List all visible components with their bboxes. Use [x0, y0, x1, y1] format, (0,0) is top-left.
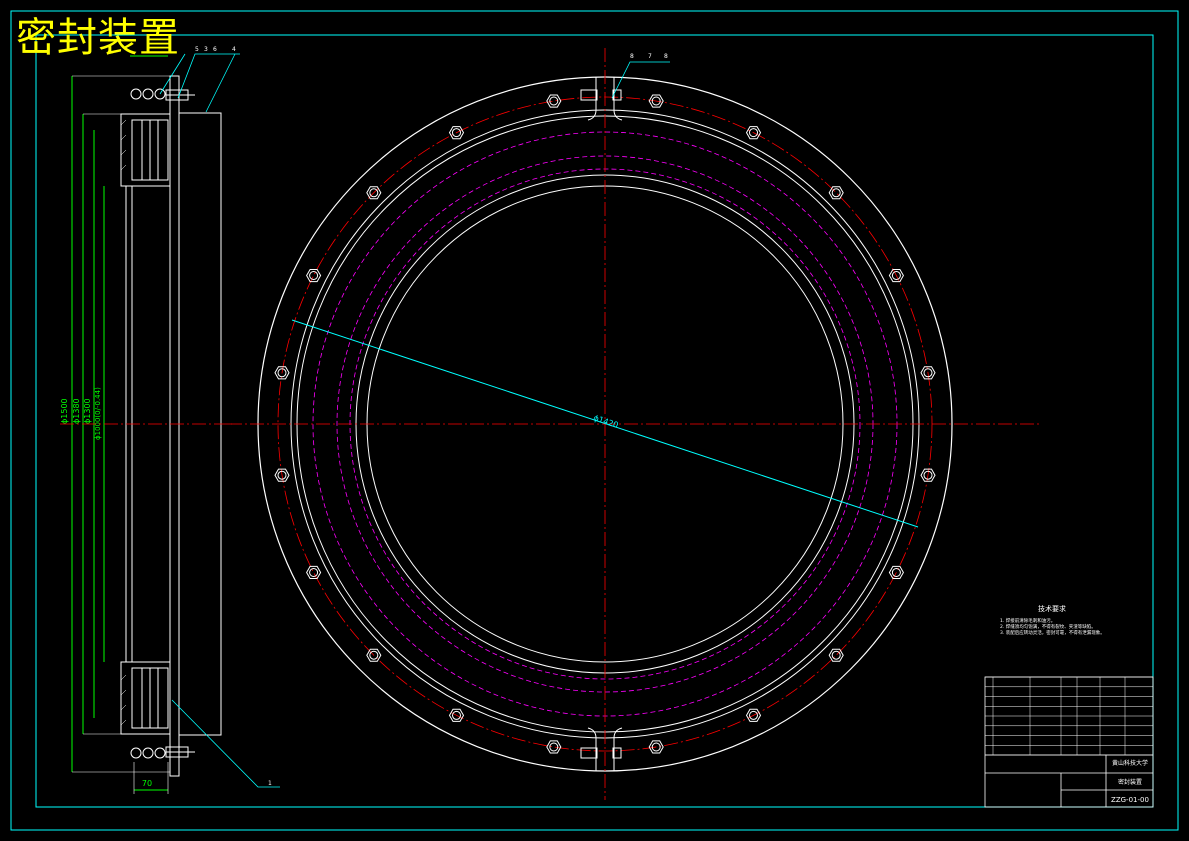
dim-width-70: 70 — [142, 779, 152, 788]
dim-d1500: ϕ1500 — [60, 398, 69, 424]
tech-line-1: 1. 焊接前清除毛刺和油污。 — [1000, 617, 1055, 624]
dim-d1380: ϕ1380 — [72, 398, 81, 424]
balloon-4: 4 — [232, 46, 236, 53]
bolt-hole — [309, 271, 319, 280]
balloon-8b: 8 — [664, 53, 668, 60]
balloons-right: 8 7 8 — [630, 53, 668, 60]
balloon-8a: 8 — [630, 53, 634, 60]
housing-bottom — [120, 661, 171, 735]
section-hatching — [120, 119, 127, 726]
title-block-text: 黄山科技大学 密封装置 ZZG-01-00 — [1111, 759, 1149, 804]
tech-line-2: 2. 焊缝须均匀饱满，不得有裂纹、夹渣等缺陷。 — [1000, 623, 1096, 630]
bolt-hole — [309, 568, 319, 577]
drawing-name: 密封装置 — [1118, 778, 1142, 786]
cad-drawing-sheet: ϕ1500 ϕ1380 ϕ1300 ϕ1000(0/-0.44) 70 5 3 … — [0, 0, 1189, 841]
drawing-canvas: ϕ1500 ϕ1380 ϕ1300 ϕ1000(0/-0.44) 70 5 3 … — [10, 10, 1179, 831]
side-section-view — [120, 75, 222, 777]
dim-bolt-circle: ϕ1420 — [592, 413, 619, 430]
tech-line-3: 3. 装配后应转动灵活，密封可靠，不得有泄漏现象。 — [1000, 629, 1105, 636]
parts-list — [985, 676, 1153, 756]
leader-lines-left — [159, 53, 280, 788]
flange-plate — [169, 75, 180, 777]
dim-d1300: ϕ1300 — [83, 398, 92, 424]
balloon-7: 7 — [648, 53, 652, 60]
bolt-hole — [831, 650, 841, 660]
housing-top — [120, 113, 171, 187]
balloon-6: 6 — [213, 46, 217, 53]
sheet-title: 密封装置 — [16, 15, 180, 61]
tech-requirements: 技术要求 1. 焊接前清除毛刺和油污。 2. 焊缝须均匀饱满，不得有裂纹、夹渣等… — [1000, 604, 1105, 636]
tech-heading: 技术要求 — [1038, 604, 1066, 613]
bolt-hole — [831, 188, 841, 198]
balloon-5: 5 — [195, 46, 199, 53]
balloon-3: 3 — [204, 46, 208, 53]
drawing-number: ZZG-01-00 — [1111, 796, 1149, 804]
dim-d1000: ϕ1000(0/-0.44) — [94, 387, 102, 440]
balloon-1: 1 — [268, 780, 272, 787]
balloons-left: 5 3 6 4 1 — [195, 46, 272, 787]
school-name: 黄山科技大学 — [1112, 759, 1148, 767]
